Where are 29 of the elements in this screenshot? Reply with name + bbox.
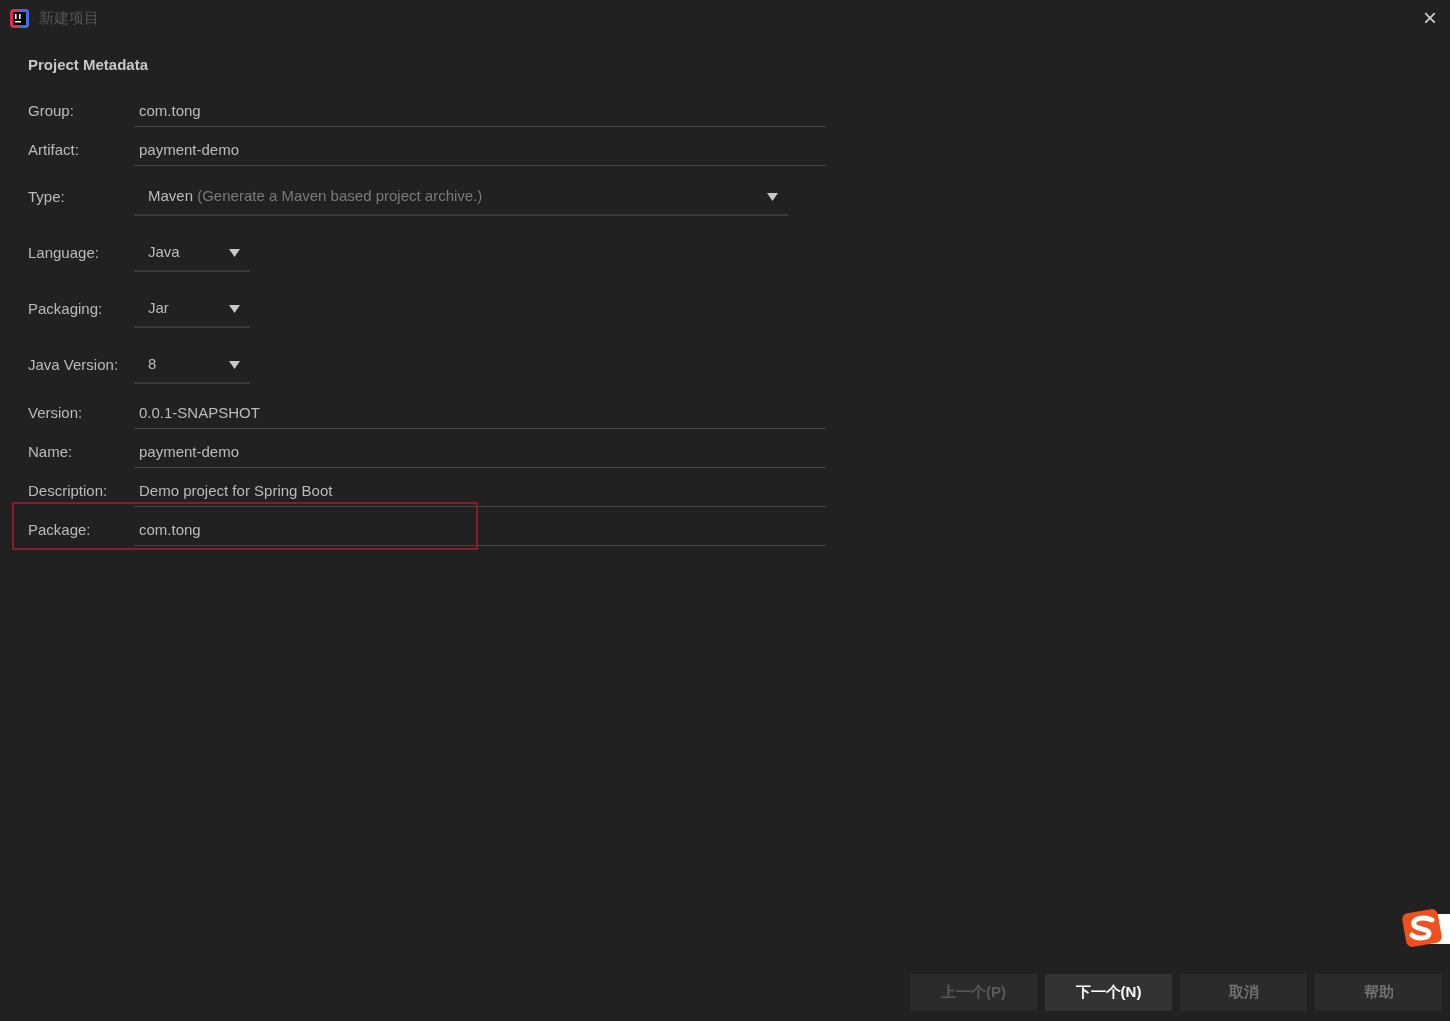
dropdown[interactable]: 8 xyxy=(134,347,250,384)
input-field[interactable]: payment-demo xyxy=(134,134,826,166)
field-label: Description: xyxy=(28,480,109,501)
caret-icon xyxy=(229,248,240,257)
input-method-icon xyxy=(1402,908,1450,948)
dropdown[interactable]: Java xyxy=(134,235,250,272)
section-title: Project Metadata xyxy=(28,55,150,75)
field-label: Group: xyxy=(28,100,75,121)
close-button[interactable]: × xyxy=(1423,6,1441,30)
dropdown[interactable]: Jar xyxy=(134,291,250,328)
input-field[interactable]: 0.0.1-SNAPSHOT xyxy=(134,397,826,429)
dialog-button[interactable]: 下一个(N) xyxy=(1045,974,1172,1011)
caret-icon xyxy=(767,192,778,201)
field-label: Package: xyxy=(28,519,92,540)
input-field[interactable]: com.tong xyxy=(134,514,826,546)
input-field[interactable]: payment-demo xyxy=(134,436,826,468)
field-label: Packaging: xyxy=(28,299,104,320)
dropdown[interactable]: Maven (Generate a Maven based project archive.) xyxy=(134,179,788,216)
field-label: Type: xyxy=(28,187,66,208)
field-label: Java Version: xyxy=(28,355,120,376)
app-logo-icon xyxy=(9,7,30,29)
caret-icon xyxy=(229,304,240,313)
field-label: Artifact: xyxy=(28,139,80,160)
field-label: Language: xyxy=(28,243,100,264)
input-field[interactable]: Demo project for Spring Boot xyxy=(134,475,826,507)
input-field[interactable]: com.tong xyxy=(134,95,826,127)
field-label: Name: xyxy=(28,441,74,462)
caret-icon xyxy=(229,360,240,369)
field-label: Version: xyxy=(28,402,84,423)
